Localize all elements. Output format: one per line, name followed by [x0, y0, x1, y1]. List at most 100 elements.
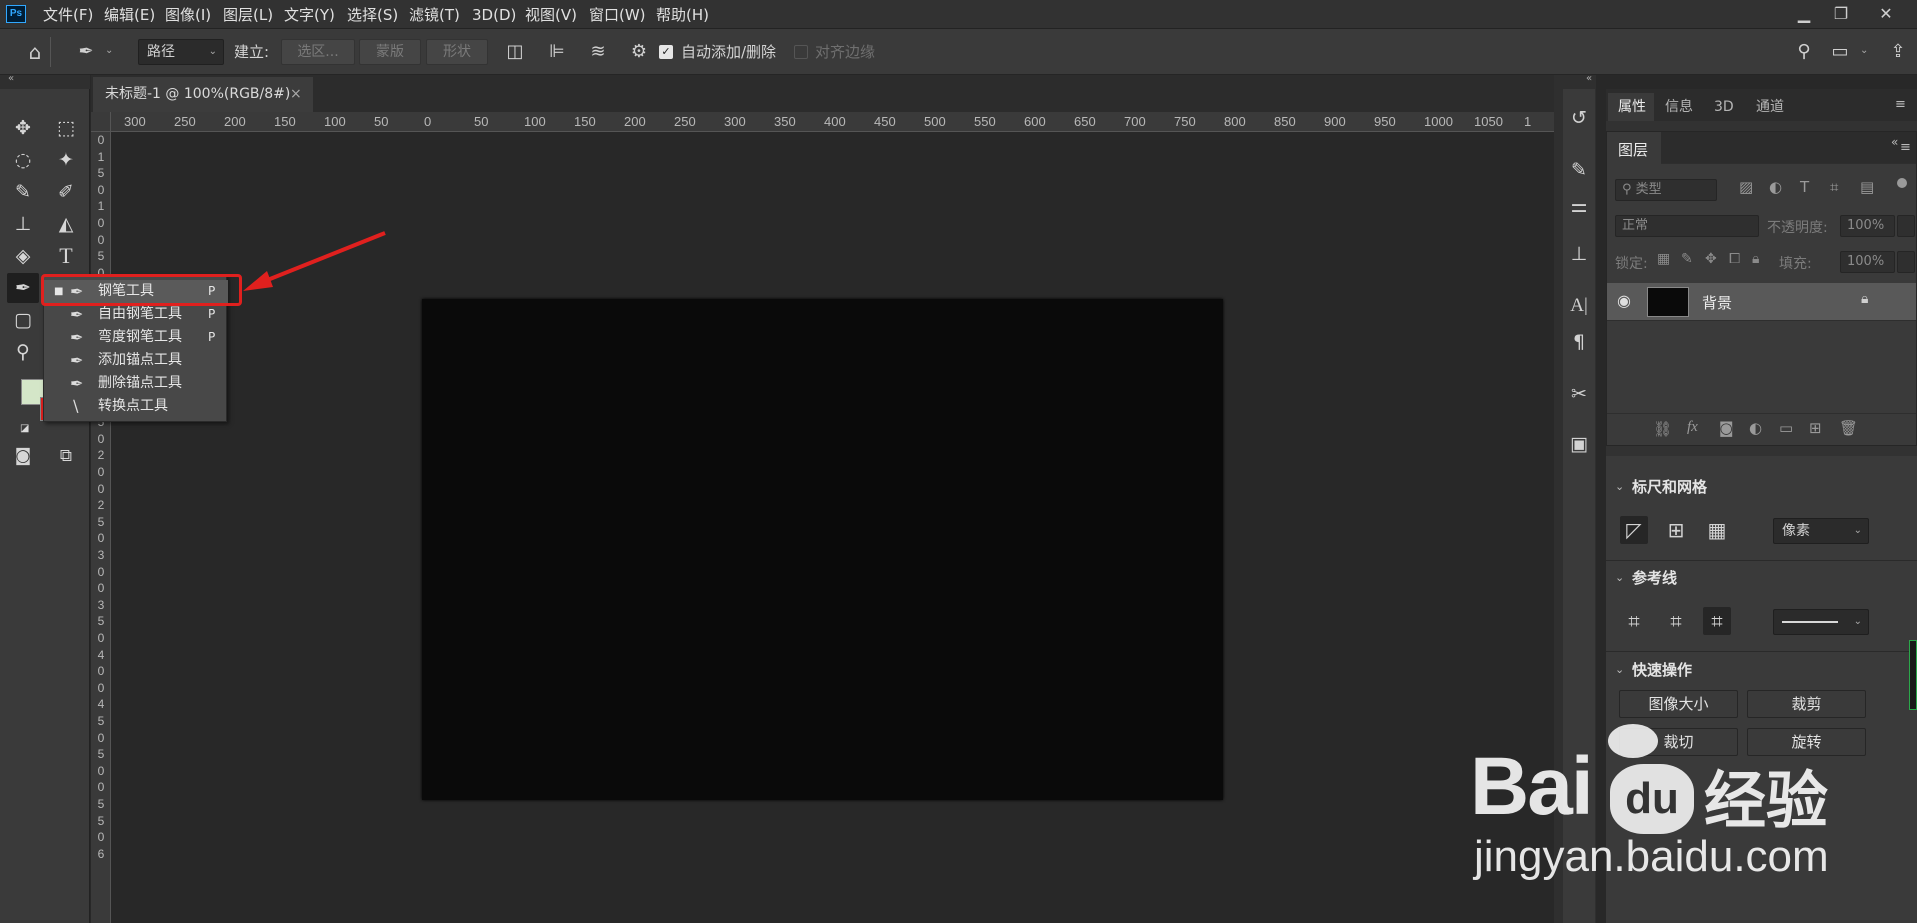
workspace-icon[interactable]: ▭	[1827, 39, 1853, 65]
panel-menu-icon[interactable]: ≡	[1895, 97, 1906, 112]
menu-3d[interactable]: 3D(D)	[472, 4, 516, 26]
stamp-tool-icon[interactable]: ⊥	[7, 209, 39, 239]
grid-icon[interactable]: ⊞	[1662, 516, 1690, 544]
default-colors-icon[interactable]: ◪	[20, 423, 29, 434]
chevron-down-icon[interactable]: ⌄	[105, 45, 113, 56]
eraser-tool-icon[interactable]: ◭	[50, 209, 82, 239]
section-title-quick-actions[interactable]: 快速操作	[1632, 659, 1692, 680]
tab-channels[interactable]: 通道	[1756, 95, 1784, 119]
flyout-item-add-anchor[interactable]: ✒ 添加锚点工具	[44, 349, 228, 372]
tool-mode-dropdown[interactable]: 路径 ⌄	[138, 39, 224, 65]
paragraph-icon[interactable]: ¶	[1565, 328, 1593, 356]
make-selection-button[interactable]: 选区...	[281, 39, 355, 65]
chevron-down-icon[interactable]: ⌄	[1615, 571, 1624, 584]
section-title-ruler-grid[interactable]: 标尺和网格	[1632, 476, 1707, 497]
lock-pixels-icon[interactable]: ✎	[1681, 251, 1693, 267]
quick-mask-icon[interactable]: ◙	[7, 441, 39, 471]
new-group-icon[interactable]: ▭	[1779, 419, 1793, 437]
clone-source-icon[interactable]: ⊥	[1565, 240, 1593, 268]
layer-lock-icon[interactable]: 🔒︎	[1861, 291, 1868, 307]
tools-icon[interactable]: ✂	[1565, 380, 1593, 408]
link-layers-icon[interactable]: ⛓	[1653, 420, 1672, 438]
menu-select[interactable]: 选择(S)	[347, 4, 398, 26]
new-layer-icon[interactable]: ⊞	[1809, 419, 1822, 437]
paint-bucket-icon[interactable]: ◈	[7, 241, 39, 271]
menu-view[interactable]: 视图(V)	[525, 4, 577, 26]
ruler-icon[interactable]: ◸	[1620, 516, 1648, 544]
guide-style-dropdown[interactable]: ⌄	[1773, 609, 1869, 635]
menu-image[interactable]: 图像(I)	[165, 4, 211, 26]
path-operations-icon[interactable]: ◫	[502, 39, 528, 65]
fill-field[interactable]: 100%	[1840, 251, 1895, 273]
history-icon[interactable]: ↺	[1565, 104, 1593, 132]
document-tab[interactable]: 未标题-1 @ 100%(RGB/8#) ×	[93, 77, 313, 112]
opacity-dropdown[interactable]	[1897, 215, 1915, 237]
layers-title[interactable]: 图层	[1618, 139, 1648, 160]
flyout-item-convert-point[interactable]: ∖ 转换点工具	[44, 395, 228, 418]
filter-toggle-icon[interactable]	[1897, 178, 1907, 188]
eyedropper-icon[interactable]: ✎	[7, 177, 39, 207]
share-icon[interactable]: ⇪	[1885, 39, 1911, 65]
delete-layer-icon[interactable]: 🗑︎	[1839, 419, 1858, 437]
ruler-origin[interactable]	[91, 112, 111, 132]
adjustment-filter-icon[interactable]: ◐	[1769, 178, 1782, 196]
brush-settings-icon[interactable]: ✎	[1565, 156, 1593, 184]
opacity-field[interactable]: 100%	[1840, 215, 1895, 237]
scroll-indicator[interactable]	[1909, 640, 1917, 710]
panel-menu-icon[interactable]: ≡	[1900, 140, 1911, 155]
close-icon[interactable]: ✕	[1867, 0, 1905, 29]
make-shape-button[interactable]: 形状	[426, 39, 488, 65]
type-filter-icon[interactable]: T	[1800, 178, 1809, 196]
lock-transparent-icon[interactable]: ▦	[1657, 251, 1670, 267]
menu-help[interactable]: 帮助(H)	[656, 4, 709, 26]
chevron-down-icon[interactable]: ⌄	[1615, 480, 1624, 493]
screen-mode-icon[interactable]: ⧉	[50, 441, 82, 471]
home-icon[interactable]: ⌂	[22, 39, 48, 65]
minimize-icon[interactable]: ▁	[1785, 0, 1823, 29]
close-tab-icon[interactable]: ×	[290, 77, 302, 112]
toolbox-header[interactable]: «	[0, 73, 90, 89]
section-title-guides[interactable]: 参考线	[1632, 567, 1677, 588]
menu-type[interactable]: 文字(Y)	[284, 4, 335, 26]
fill-dropdown[interactable]	[1897, 251, 1915, 273]
tab-3d[interactable]: 3D	[1714, 95, 1734, 119]
restore-icon[interactable]: ❐	[1822, 0, 1860, 29]
layer-filter-dropdown[interactable]: ⚲ 类型	[1615, 179, 1717, 201]
smart-guides-icon[interactable]: ⌗	[1703, 607, 1731, 635]
chevron-down-icon[interactable]: ⌄	[1615, 663, 1624, 676]
blend-mode-dropdown[interactable]: 正常	[1615, 215, 1759, 237]
units-dropdown[interactable]: 像素 ⌄	[1773, 518, 1869, 544]
tab-info[interactable]: 信息	[1665, 95, 1693, 119]
menu-window[interactable]: 窗口(W)	[589, 4, 646, 26]
menu-file[interactable]: 文件(F)	[43, 4, 93, 26]
collapse-icon[interactable]: «	[8, 73, 14, 84]
path-arrangement-icon[interactable]: ≋	[585, 39, 611, 65]
menu-edit[interactable]: 编辑(E)	[104, 4, 155, 26]
document-canvas[interactable]	[422, 299, 1223, 800]
expand-icon[interactable]: «	[1586, 73, 1592, 84]
flyout-item-curvature-pen[interactable]: ✒ 弯度钢笔工具 P	[44, 326, 228, 349]
tab-properties[interactable]: 属性	[1618, 95, 1646, 119]
lock-all-icon[interactable]: 🔒︎	[1752, 251, 1759, 267]
search-icon[interactable]: ⚲	[1791, 39, 1817, 65]
pixel-grid-icon[interactable]: ▦	[1703, 516, 1731, 544]
rectangle-tool-icon[interactable]: ▢	[7, 305, 39, 335]
adjustment-layer-icon[interactable]: ◐	[1749, 419, 1762, 437]
visibility-eye-icon[interactable]: ◉	[1617, 291, 1631, 310]
character-icon[interactable]: A|	[1565, 292, 1593, 320]
path-alignment-icon[interactable]: ⊫	[544, 39, 570, 65]
menu-filter[interactable]: 滤镜(T)	[409, 4, 460, 26]
shape-filter-icon[interactable]: ⌗	[1830, 178, 1838, 196]
marquee-tool-icon[interactable]: ⬚	[50, 113, 82, 143]
double-chevron-icon[interactable]: «	[1891, 135, 1898, 149]
guides-icon[interactable]: ⌗	[1620, 607, 1648, 635]
lock-artboard-icon[interactable]: ⧠	[1729, 251, 1740, 267]
pen-tool-icon[interactable]: ✒	[7, 273, 39, 303]
move-tool-icon[interactable]: ✥	[7, 113, 39, 143]
healing-brush-icon[interactable]: ✐	[50, 177, 82, 207]
auto-add-checkbox[interactable]: ✓	[659, 45, 673, 59]
fx-icon[interactable]: fx	[1687, 419, 1698, 436]
pixel-filter-icon[interactable]: ▨	[1739, 178, 1753, 196]
smart-object-filter-icon[interactable]: ▤	[1860, 178, 1874, 196]
menu-layer[interactable]: 图层(L)	[223, 4, 273, 26]
